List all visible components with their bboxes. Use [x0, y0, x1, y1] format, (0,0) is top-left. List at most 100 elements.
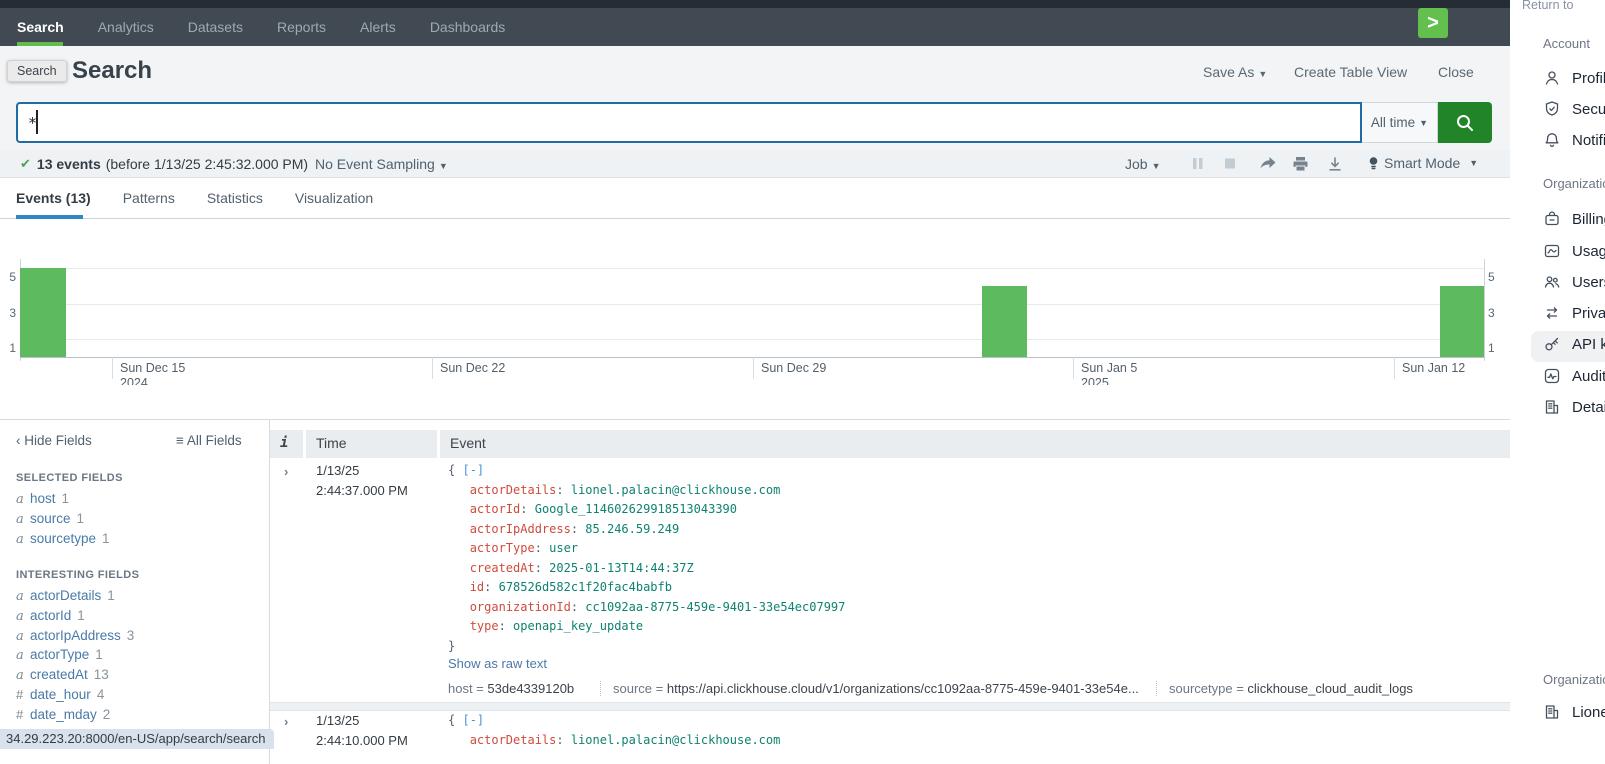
- tab-events[interactable]: Events (13): [16, 190, 91, 218]
- expand-event-icon[interactable]: ›: [284, 714, 288, 729]
- event-sampling-dropdown[interactable]: No Event Sampling▼: [315, 156, 448, 172]
- gridline: [20, 268, 1484, 269]
- chevron-down-icon: ▼: [1469, 158, 1478, 168]
- stop-icon[interactable]: [1224, 157, 1236, 175]
- x-axis-tick: [1073, 357, 1074, 379]
- all-fields-button[interactable]: ≡ All Fields: [176, 433, 242, 448]
- chevron-down-icon: ▼: [1258, 69, 1267, 79]
- y-axis-tick-label: 1: [1488, 341, 1495, 355]
- chevron-down-icon: ▼: [439, 161, 448, 171]
- field-sourcetype[interactable]: asourcetype1: [16, 531, 110, 547]
- job-status-bar: ✔ 13 events (before 1/13/25 2:45:32.000 …: [0, 150, 1510, 178]
- nav-item-alerts[interactable]: Alerts: [343, 8, 413, 46]
- panel-item-profile[interactable]: Profile: [1543, 69, 1605, 87]
- panel-item-security[interactable]: Security: [1543, 100, 1605, 118]
- timeline-bar[interactable]: [20, 268, 66, 357]
- app-nav: Search Analytics Datasets Reports Alerts…: [0, 8, 1510, 46]
- print-icon[interactable]: [1293, 157, 1308, 176]
- search-button[interactable]: [1438, 102, 1492, 143]
- usage-chart-icon: [1543, 242, 1561, 260]
- timeline-bar[interactable]: [982, 286, 1027, 357]
- panel-item-usage[interactable]: Usage: [1543, 242, 1605, 260]
- return-to-link[interactable]: Return to: [1522, 0, 1573, 12]
- time-range-picker[interactable]: All time▼: [1362, 102, 1438, 143]
- list-icon: ≡: [176, 433, 187, 448]
- tab-visualization[interactable]: Visualization: [295, 190, 373, 218]
- field-host[interactable]: ahost1: [16, 491, 69, 507]
- nav-item-dashboards[interactable]: Dashboards: [413, 8, 523, 46]
- x-axis-tick-label: Sun Dec 22: [440, 361, 505, 376]
- panel-item-users[interactable]: Users: [1543, 273, 1605, 291]
- event-host-field[interactable]: host = 53de4339120b: [448, 681, 574, 696]
- json-close-line: }: [448, 639, 455, 653]
- y-axis-tick-label: 1: [0, 341, 16, 355]
- timeline-toolbar: Format Timeline▼ −Zoom Out +Zoom to Sele…: [0, 219, 1510, 255]
- export-icon[interactable]: [1328, 157, 1342, 176]
- browser-status-bar: 34.29.223.20:8000/en-US/app/search/searc…: [0, 729, 274, 749]
- shield-icon: [1543, 100, 1561, 118]
- field-createdAt[interactable]: acreatedAt13: [16, 667, 109, 683]
- expand-event-icon[interactable]: ›: [284, 464, 288, 479]
- close-button[interactable]: Close: [1438, 64, 1474, 80]
- field-actorType[interactable]: aactorType1: [16, 647, 103, 663]
- event-sourcetype-field[interactable]: sourcetype = clickhouse_cloud_audit_logs: [1156, 681, 1413, 696]
- json-open-line: { [-]: [448, 713, 484, 727]
- create-table-view-button[interactable]: Create Table View: [1294, 64, 1407, 80]
- hide-fields-button[interactable]: ‹ Hide Fields: [16, 433, 92, 448]
- show-raw-text-link[interactable]: Show as raw text: [448, 656, 547, 671]
- nav-item-datasets[interactable]: Datasets: [171, 8, 260, 46]
- splunk-logo-icon[interactable]: >: [1418, 8, 1448, 38]
- event-date: 1/13/25: [316, 713, 359, 728]
- nav-item-reports[interactable]: Reports: [260, 8, 343, 46]
- nav-item-search[interactable]: Search: [0, 8, 81, 46]
- panel-item-private-endpoints[interactable]: Private endpoints: [1543, 304, 1605, 322]
- y-axis-tick-label: 5: [0, 270, 16, 284]
- y-axis-tick-label: 3: [0, 306, 16, 320]
- tab-statistics[interactable]: Statistics: [207, 190, 263, 218]
- field-actorIpAddress[interactable]: aactorIpAddress3: [16, 628, 134, 644]
- x-axis-tick-label: Sun Jan 12: [1402, 361, 1465, 376]
- json-field: actorId: Google_114602629918513043390: [448, 502, 737, 516]
- event-clock: 2:44:10.000 PM: [316, 733, 408, 748]
- timeline-bar[interactable]: [1440, 286, 1484, 357]
- row-separator: [270, 702, 1510, 711]
- panel-item-billing[interactable]: Billing: [1543, 210, 1605, 228]
- json-collapse-toggle[interactable]: [-]: [462, 463, 484, 477]
- organization-section-header: Organization: [1543, 176, 1605, 191]
- smart-mode-dropdown[interactable]: Smart Mode▼: [1368, 155, 1478, 171]
- save-as-button[interactable]: Save As▼: [1203, 64, 1267, 80]
- panel-item-api-keys[interactable]: API keys: [1543, 335, 1605, 353]
- search-input[interactable]: [16, 102, 1362, 143]
- x-axis-tick: [753, 357, 754, 379]
- splunk-app: Search Analytics Datasets Reports Alerts…: [0, 0, 1510, 764]
- key-icon: [1543, 335, 1561, 353]
- column-header-time[interactable]: Time: [306, 430, 437, 458]
- column-header-info[interactable]: i: [270, 430, 303, 458]
- tab-patterns[interactable]: Patterns: [123, 190, 175, 218]
- x-axis-tick: [1394, 357, 1395, 379]
- column-header-event[interactable]: Event: [440, 430, 1510, 458]
- events-table: i Time Event › 1/13/25 2:44:37.000 PM { …: [270, 420, 1510, 764]
- json-open-line: { [-]: [448, 463, 484, 477]
- event-timeline-chart[interactable]: 553311Sun Dec 152024Sun Dec 22Sun Dec 29…: [0, 255, 1510, 385]
- field-actorId[interactable]: aactorId1: [16, 608, 85, 624]
- gridline: [20, 339, 1484, 340]
- field-actorDetails[interactable]: aactorDetails1: [16, 588, 115, 604]
- nav-item-analytics[interactable]: Analytics: [81, 8, 171, 46]
- panel-item-details[interactable]: Details: [1543, 398, 1605, 416]
- job-menu[interactable]: Job▼: [1125, 156, 1161, 172]
- field-date_mday[interactable]: #date_mday2: [16, 707, 110, 722]
- panel-item-audit[interactable]: Audit: [1543, 367, 1605, 385]
- x-axis-tick: [112, 357, 113, 379]
- field-source[interactable]: asource1: [16, 511, 84, 527]
- account-section-header: Account: [1543, 36, 1590, 51]
- panel-item-organization-lionel[interactable]: Lionel: [1543, 703, 1605, 721]
- share-icon[interactable]: [1260, 157, 1276, 176]
- event-source-field[interactable]: source = https://api.clickhouse.cloud/v1…: [600, 681, 1139, 696]
- json-field: organizationId: cc1092aa-8775-459e-9401-…: [448, 600, 845, 614]
- json-collapse-toggle[interactable]: [-]: [462, 713, 484, 727]
- panel-item-notifications[interactable]: Notifications: [1543, 131, 1605, 149]
- field-date_hour[interactable]: #date_hour4: [16, 687, 104, 702]
- json-field: actorIpAddress: 85.246.59.249: [448, 522, 679, 536]
- pause-icon[interactable]: [1192, 157, 1204, 175]
